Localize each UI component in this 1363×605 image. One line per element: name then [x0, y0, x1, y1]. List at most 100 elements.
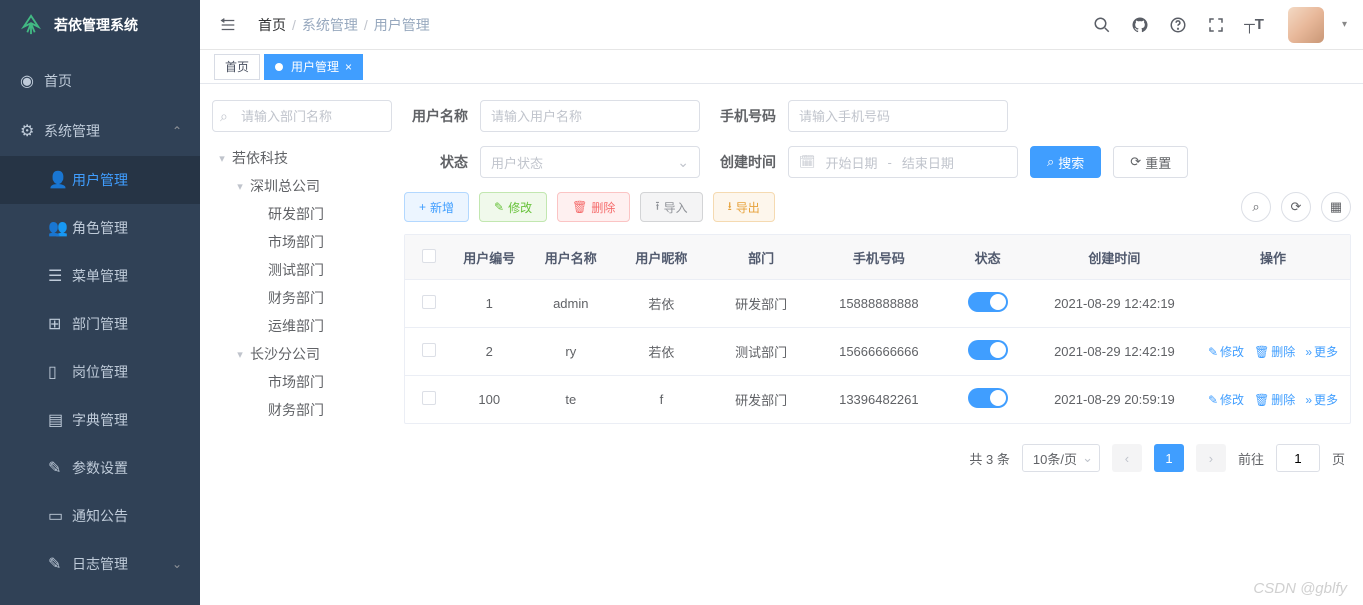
row-edit-button[interactable]: ✎修改: [1208, 343, 1244, 360]
fullscreen-icon[interactable]: [1206, 15, 1226, 35]
th-name: 用户名称: [525, 248, 616, 267]
goto-prefix: 前往: [1238, 449, 1264, 468]
calendar-icon: 🗓: [799, 154, 816, 170]
row-checkbox[interactable]: [422, 391, 436, 405]
topbar: 首页 / 系统管理 / 用户管理 ┬T ▾: [200, 0, 1363, 50]
table-row: 1admin若依研发部门158888888882021-08-29 12:42:…: [405, 279, 1350, 327]
edit-icon: ✎: [1208, 393, 1218, 407]
date-range-picker[interactable]: 🗓 开始日期 - 结束日期: [788, 146, 1018, 178]
row-delete-button[interactable]: 🗑删除: [1254, 391, 1295, 408]
status-switch[interactable]: [968, 388, 1008, 408]
list-icon: ☰: [48, 266, 72, 286]
message-icon: ▭: [48, 506, 72, 526]
tree-node[interactable]: ▾长沙分公司: [230, 340, 392, 368]
th-nick: 用户昵称: [616, 248, 707, 267]
search-button[interactable]: ⌕搜索: [1030, 146, 1101, 178]
delete-button[interactable]: 🗑删除: [557, 192, 630, 222]
pagesize-select[interactable]: 10条/页: [1022, 444, 1100, 472]
tree-node[interactable]: 财务部门: [248, 396, 392, 424]
logo: 若依管理系统: [0, 0, 200, 50]
row-more-button[interactable]: »更多: [1305, 391, 1338, 408]
sidebar-item-role-mgmt[interactable]: 👥角色管理: [0, 204, 200, 252]
sidebar-item-menu-mgmt[interactable]: ☰菜单管理: [0, 252, 200, 300]
double-chevron-icon: »: [1305, 345, 1312, 359]
users-icon: 👥: [48, 218, 72, 238]
columns-button[interactable]: ▦: [1321, 192, 1351, 222]
sidebar-item-dept-mgmt[interactable]: ⊞部门管理: [0, 300, 200, 348]
reset-button[interactable]: ⟳重置: [1113, 146, 1188, 178]
next-page-button[interactable]: ›: [1196, 444, 1226, 472]
row-edit-button[interactable]: ✎修改: [1208, 391, 1244, 408]
gear-icon: ⚙: [20, 121, 44, 141]
sidebar-item-dict-mgmt[interactable]: ▤字典管理: [0, 396, 200, 444]
row-checkbox[interactable]: [422, 343, 436, 357]
checkbox-all[interactable]: [422, 249, 436, 263]
breadcrumb-item[interactable]: 首页: [258, 15, 286, 35]
sidebar-item-user-mgmt[interactable]: 👤用户管理: [0, 156, 200, 204]
status-switch[interactable]: [968, 292, 1008, 312]
tree-node[interactable]: 市场部门: [248, 368, 392, 396]
breadcrumb: 首页 / 系统管理 / 用户管理: [258, 15, 430, 35]
search-icon: ⌕: [220, 108, 228, 125]
tab-home[interactable]: 首页: [214, 54, 260, 80]
phone-input[interactable]: [788, 100, 1008, 132]
sidebar-item-param-mgmt[interactable]: ✎参数设置: [0, 444, 200, 492]
chevron-down-icon: ⌄: [172, 557, 182, 571]
github-icon[interactable]: [1130, 15, 1150, 35]
breadcrumb-item[interactable]: 系统管理: [302, 15, 358, 35]
caret-down-icon: ▾: [230, 180, 250, 193]
download-icon: ⭳: [728, 197, 732, 218]
row-checkbox[interactable]: [422, 295, 436, 309]
row-more-button[interactable]: »更多: [1305, 343, 1338, 360]
row-delete-button[interactable]: 🗑删除: [1254, 343, 1295, 360]
edit-icon: ✎: [494, 200, 504, 214]
th-id: 用户编号: [453, 248, 525, 267]
caret-down-icon[interactable]: ▾: [1342, 19, 1347, 30]
logo-icon: [20, 14, 42, 36]
fontsize-icon[interactable]: ┬T: [1244, 15, 1264, 35]
status-switch[interactable]: [968, 340, 1008, 360]
sidebar-item-post-mgmt[interactable]: ▯岗位管理: [0, 348, 200, 396]
goto-page-input[interactable]: [1276, 444, 1320, 472]
help-icon[interactable]: [1168, 15, 1188, 35]
watermark: CSDN @gblfy: [1253, 580, 1347, 597]
pager-total: 共 3 条: [969, 449, 1009, 468]
tab-user-mgmt[interactable]: 用户管理×: [264, 54, 363, 80]
chevron-left-icon: ‹: [1125, 451, 1129, 466]
toggle-search-button[interactable]: ⌕: [1241, 192, 1271, 222]
breadcrumb-item[interactable]: 用户管理: [374, 15, 430, 35]
app-title: 若依管理系统: [54, 15, 138, 35]
tree-node[interactable]: 研发部门: [248, 200, 392, 228]
export-button[interactable]: ⭳导出: [713, 192, 775, 222]
sidebar-item-system[interactable]: ⚙系统管理⌃: [0, 106, 200, 156]
th-ops: 操作: [1196, 248, 1350, 267]
tree-node[interactable]: ▾若依科技: [212, 144, 392, 172]
page-number[interactable]: 1: [1154, 444, 1184, 472]
sidebar-item-home[interactable]: ◉首页: [0, 56, 200, 106]
trash-icon: 🗑: [572, 200, 587, 214]
edit-button[interactable]: ✎修改: [479, 192, 547, 222]
status-select[interactable]: 用户状态: [480, 146, 700, 178]
dept-tree: ▾若依科技 ▾深圳总公司 研发部门市场部门测试部门财务部门运维部门 ▾长沙分公司…: [212, 144, 392, 424]
th-status: 状态: [942, 248, 1033, 267]
dashboard-icon: ◉: [20, 71, 44, 91]
add-button[interactable]: +新增: [404, 192, 469, 222]
hamburger-button[interactable]: [216, 13, 240, 37]
close-icon[interactable]: ×: [345, 60, 352, 74]
tree-node[interactable]: 财务部门: [248, 284, 392, 312]
tree-node[interactable]: ▾深圳总公司: [230, 172, 392, 200]
import-button[interactable]: ⭱导入: [640, 192, 702, 222]
tree-node[interactable]: 测试部门: [248, 256, 392, 284]
tree-node[interactable]: 市场部门: [248, 228, 392, 256]
prev-page-button[interactable]: ‹: [1112, 444, 1142, 472]
username-input[interactable]: [480, 100, 700, 132]
tabs: 首页 用户管理×: [200, 50, 1363, 84]
dept-search-input[interactable]: [212, 100, 392, 132]
avatar[interactable]: [1288, 7, 1324, 43]
search-icon[interactable]: [1092, 15, 1112, 35]
refresh-button[interactable]: ⟳: [1281, 192, 1311, 222]
dept-tree-panel: ⌕ ▾若依科技 ▾深圳总公司 研发部门市场部门测试部门财务部门运维部门 ▾长沙分…: [212, 100, 392, 605]
tree-node[interactable]: 运维部门: [248, 312, 392, 340]
sidebar-item-notice-mgmt[interactable]: ▭通知公告: [0, 492, 200, 540]
sidebar-item-log-mgmt[interactable]: ✎日志管理⌄: [0, 540, 200, 588]
